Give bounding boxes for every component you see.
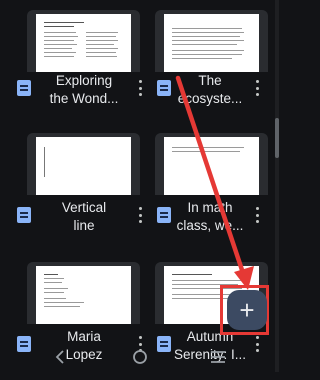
document-title: In math class, we... xyxy=(170,199,250,235)
document-thumbnail[interactable] xyxy=(155,10,268,72)
plus-icon: + xyxy=(239,295,255,325)
document-title: Vertical line xyxy=(44,199,124,235)
document-title-line1: The xyxy=(198,73,222,88)
document-title-line2: the Wond... xyxy=(49,91,119,106)
back-chevron-icon[interactable] xyxy=(54,350,66,364)
home-circle-icon[interactable] xyxy=(132,349,148,365)
document-thumbnail[interactable] xyxy=(27,10,140,72)
scrollbar-thumb[interactable] xyxy=(275,118,279,158)
scrollbar-track[interactable] xyxy=(275,0,279,372)
recents-lines-icon[interactable] xyxy=(210,350,226,364)
document-title-line2: class, we... xyxy=(176,218,244,233)
more-vert-icon[interactable] xyxy=(254,207,260,223)
document-title-line1: Vertical xyxy=(61,200,107,215)
document-card-3[interactable]: Vertical line xyxy=(17,133,145,251)
document-thumbnail[interactable] xyxy=(27,262,140,324)
document-title-line2: ecosyste... xyxy=(177,91,243,106)
document-title: Exploring the Wond... xyxy=(44,72,124,108)
document-card-1[interactable]: Exploring the Wond... xyxy=(17,10,145,128)
document-title-line1: In math xyxy=(187,200,233,215)
more-vert-icon[interactable] xyxy=(254,80,260,96)
google-docs-icon xyxy=(157,207,171,223)
google-docs-icon xyxy=(17,207,31,223)
more-vert-icon[interactable] xyxy=(137,80,143,96)
google-docs-icon xyxy=(17,80,31,96)
system-navigation-bar xyxy=(0,342,279,372)
document-title-line1: Exploring xyxy=(55,73,113,88)
document-thumbnail[interactable] xyxy=(27,133,140,195)
google-docs-icon xyxy=(157,80,171,96)
document-title-line2: line xyxy=(73,218,95,233)
more-vert-icon[interactable] xyxy=(137,207,143,223)
document-thumbnail[interactable] xyxy=(155,133,268,195)
document-title: The ecosyste... xyxy=(170,72,250,108)
document-card-4[interactable]: In math class, we... xyxy=(150,133,273,251)
new-document-fab[interactable]: + xyxy=(227,290,267,330)
document-card-2[interactable]: The ecosyste... xyxy=(150,10,273,128)
